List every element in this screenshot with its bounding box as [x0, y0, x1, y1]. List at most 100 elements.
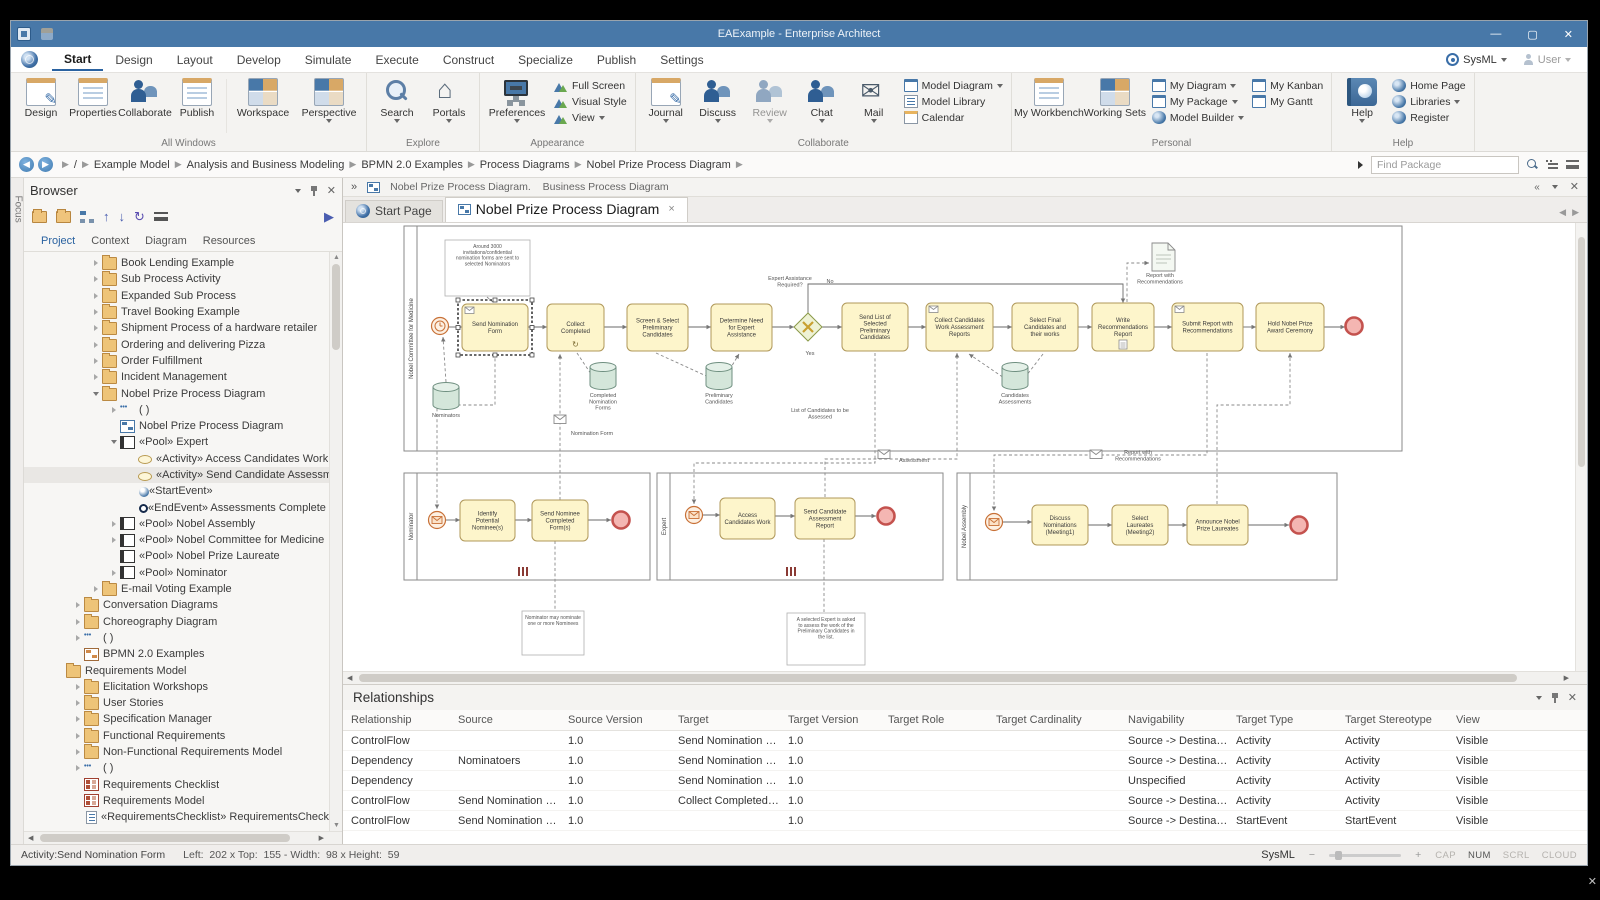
tree-expander-icon[interactable] [90, 325, 102, 331]
canvas-horizontal-scrollbar[interactable]: ◀ ▶ [343, 671, 1587, 684]
tree-item-requirements-model[interactable]: Requirements Model [24, 662, 342, 678]
perspective-selector[interactable]: SysML [1463, 54, 1497, 66]
flow-connector[interactable] [825, 353, 957, 497]
ribbon-button-my-workbench[interactable]: My Workbench [1016, 75, 1082, 137]
zoom-out-icon[interactable]: − [1309, 849, 1315, 861]
ribbon-button-search[interactable]: Search [371, 75, 423, 137]
menu-hamburger-icon[interactable] [1566, 160, 1579, 169]
breadcrumb-item-nobel-prize-process-diagram[interactable]: Nobel Prize Process Diagram [587, 159, 731, 171]
browser-tab-resources[interactable]: Resources [196, 233, 263, 249]
tree-item-endevent-assessments-complete[interactable]: «EndEvent» Assessments Complete [24, 499, 342, 515]
ribbon-button-libraries[interactable]: Libraries [1392, 95, 1465, 108]
task-access-candidates-work[interactable]: AccessCandidates Work [720, 498, 775, 539]
table-row[interactable]: ControlFlowSend Nomination Form1.0Collec… [343, 791, 1587, 811]
hierarchy-icon[interactable] [80, 211, 94, 223]
flow-connector[interactable] [443, 337, 446, 382]
tree-item-elicitation-workshops[interactable]: Elicitation Workshops [24, 679, 342, 695]
column-header-relationship[interactable]: Relationship [351, 714, 458, 726]
breadcrumb-item-analysis-and-business-modeling[interactable]: Analysis and Business Modeling [187, 159, 345, 171]
end-event[interactable] [1346, 318, 1363, 335]
tree-expander-icon[interactable] [90, 392, 102, 396]
tree-item-pool-nobel-committee-for-medicine[interactable]: «Pool» Nobel Committee for Medicine [24, 532, 342, 548]
task-screen-select-preliminary-candidates[interactable]: Screen & SelectPreliminaryCandidates [627, 304, 688, 351]
move-down-icon[interactable]: ↓ [119, 211, 126, 223]
ribbon-button-my-diagram[interactable]: My Diagram [1152, 79, 1244, 92]
column-header-target-version[interactable]: Target Version [788, 714, 888, 726]
relationships-close-icon[interactable]: ✕ [1568, 693, 1577, 703]
ribbon-button-working-sets[interactable]: Working Sets [1082, 75, 1148, 137]
selection-handle[interactable] [530, 326, 534, 330]
tree-item-user-stories[interactable]: User Stories [24, 695, 342, 711]
tree-item-requirementschecklist-requirementschecklist[interactable]: «RequirementsChecklist» RequirementsChec… [24, 809, 342, 825]
task-announce-nobel-prize-laureates[interactable]: Announce NobelPrize Laureates [1187, 505, 1248, 545]
ribbon-button-home-page[interactable]: Home Page [1392, 79, 1465, 92]
tree-expander-icon[interactable] [72, 619, 84, 625]
message-event[interactable] [986, 514, 1003, 531]
task-determine-need-for-expert-assistance[interactable]: Determine Needfor ExpertAssistance [711, 304, 772, 351]
task-discuss-nominations-meeting1[interactable]: DiscussNominations(Meeting1) [1032, 505, 1088, 545]
ribbon-button-publish[interactable]: Publish [171, 75, 223, 137]
tree-item-startevent[interactable]: «StartEvent» [24, 483, 342, 499]
tree-expander-icon[interactable] [108, 570, 120, 576]
tree-expander-icon[interactable] [90, 374, 102, 380]
browser-tab-project[interactable]: Project [34, 233, 82, 249]
tree-item-activity-access-candidates-work[interactable]: «Activity» Access Candidates Work [24, 451, 342, 467]
expand-right-icon[interactable] [1358, 161, 1363, 169]
canvas-scroll-left-icon[interactable]: ◀ [347, 674, 352, 682]
tree-item-bpmn-2-0-examples[interactable]: BPMN 2.0 Examples [24, 646, 342, 662]
message-event[interactable] [429, 512, 446, 529]
scroll-down-icon[interactable]: ▼ [333, 822, 340, 829]
ribbon-button-properties[interactable]: Properties [67, 75, 119, 137]
ribbon-button-visual-style[interactable]: Visual Style [554, 95, 627, 108]
tab-close-icon[interactable]: × [668, 203, 674, 215]
datastore-candidates-assessments[interactable]: CandidatesAssessments [999, 363, 1032, 406]
tree-expander-icon[interactable] [90, 342, 102, 348]
task-collect-candidates-work-assessment-reports[interactable]: Collect CandidatesWork AssessmentReports [926, 303, 993, 351]
tree-item-shipment-process-of-a-hardware-retailer[interactable]: Shipment Process of a hardware retailer [24, 320, 342, 336]
zoom-slider[interactable] [1329, 854, 1401, 857]
browser-tab-context[interactable]: Context [84, 233, 136, 249]
ribbon-button-chat[interactable]: Chat [796, 75, 848, 137]
perspective-caret-icon[interactable] [1501, 58, 1507, 62]
datastore-completed-nomination-forms[interactable]: CompletedNominationForms [589, 363, 617, 412]
menu-tab-develop[interactable]: Develop [225, 49, 293, 70]
nav-forward-icon[interactable]: ▶ [38, 157, 53, 172]
status-perspective[interactable]: SysML [1261, 849, 1295, 861]
tree-expander-icon[interactable] [90, 586, 102, 592]
tree-horizontal-scrollbar[interactable]: ◀ ▶ [24, 831, 342, 844]
diagram-tab-start-page[interactable]: Start Page [345, 200, 443, 222]
tree-item-order-fulfillment[interactable]: Order Fulfillment [24, 353, 342, 369]
tree-expander-icon[interactable] [72, 700, 84, 706]
document-report-with-recommendations[interactable] [1152, 243, 1175, 271]
tree-item-conversation-diagrams[interactable]: Conversation Diagrams [24, 597, 342, 613]
flow-connector[interactable] [969, 354, 1007, 380]
tree-item-pool-expert[interactable]: «Pool» Expert [24, 434, 342, 450]
relationships-menu-caret-icon[interactable] [1536, 696, 1542, 700]
flow-connector[interactable] [656, 353, 713, 379]
ribbon-button-my-package[interactable]: My Package [1152, 95, 1244, 108]
tree-expander-icon[interactable] [72, 765, 84, 771]
ribbon-button-help[interactable]: Help [1336, 75, 1388, 137]
find-package-input[interactable] [1371, 156, 1519, 174]
column-header-navigability[interactable]: Navigability [1128, 714, 1236, 726]
breadcrumb-item-example-model[interactable]: Example Model [94, 159, 170, 171]
browser-close-icon[interactable]: ✕ [327, 186, 336, 196]
end-event[interactable] [613, 512, 630, 529]
ribbon-button-full-screen[interactable]: Full Screen [554, 79, 627, 92]
column-header-target-cardinality[interactable]: Target Cardinality [996, 714, 1128, 726]
scroll-right-icon[interactable]: ▶ [319, 834, 324, 842]
scroll-left-icon[interactable]: ◀ [28, 834, 33, 842]
browse-tree-icon[interactable] [1546, 160, 1558, 170]
task-identify-potential-nominee-s[interactable]: IdentifyPotentialNominee(s) [460, 500, 515, 541]
tree-expander-icon[interactable] [108, 440, 120, 444]
ribbon-button-preferences[interactable]: Preferences [484, 75, 550, 137]
tree-item-ordering-and-delivering-pizza[interactable]: Ordering and delivering Pizza [24, 336, 342, 352]
scroll-up-icon[interactable]: ▲ [333, 254, 340, 261]
diagram-tab-nobel-prize-process-diagram[interactable]: Nobel Prize Process Diagram× [445, 197, 688, 222]
column-header-target-stereotype[interactable]: Target Stereotype [1345, 714, 1456, 726]
close-icon[interactable]: ✕ [1564, 28, 1573, 41]
task-send-list-of-selected-preliminary-candidates[interactable]: Send List ofSelectedPreliminaryCandidate… [842, 303, 908, 351]
selection-handle[interactable] [530, 298, 534, 302]
tree-item-nobel-prize-process-diagram[interactable]: Nobel Prize Process Diagram [24, 385, 342, 401]
maximize-icon[interactable]: ▢ [1527, 28, 1537, 41]
